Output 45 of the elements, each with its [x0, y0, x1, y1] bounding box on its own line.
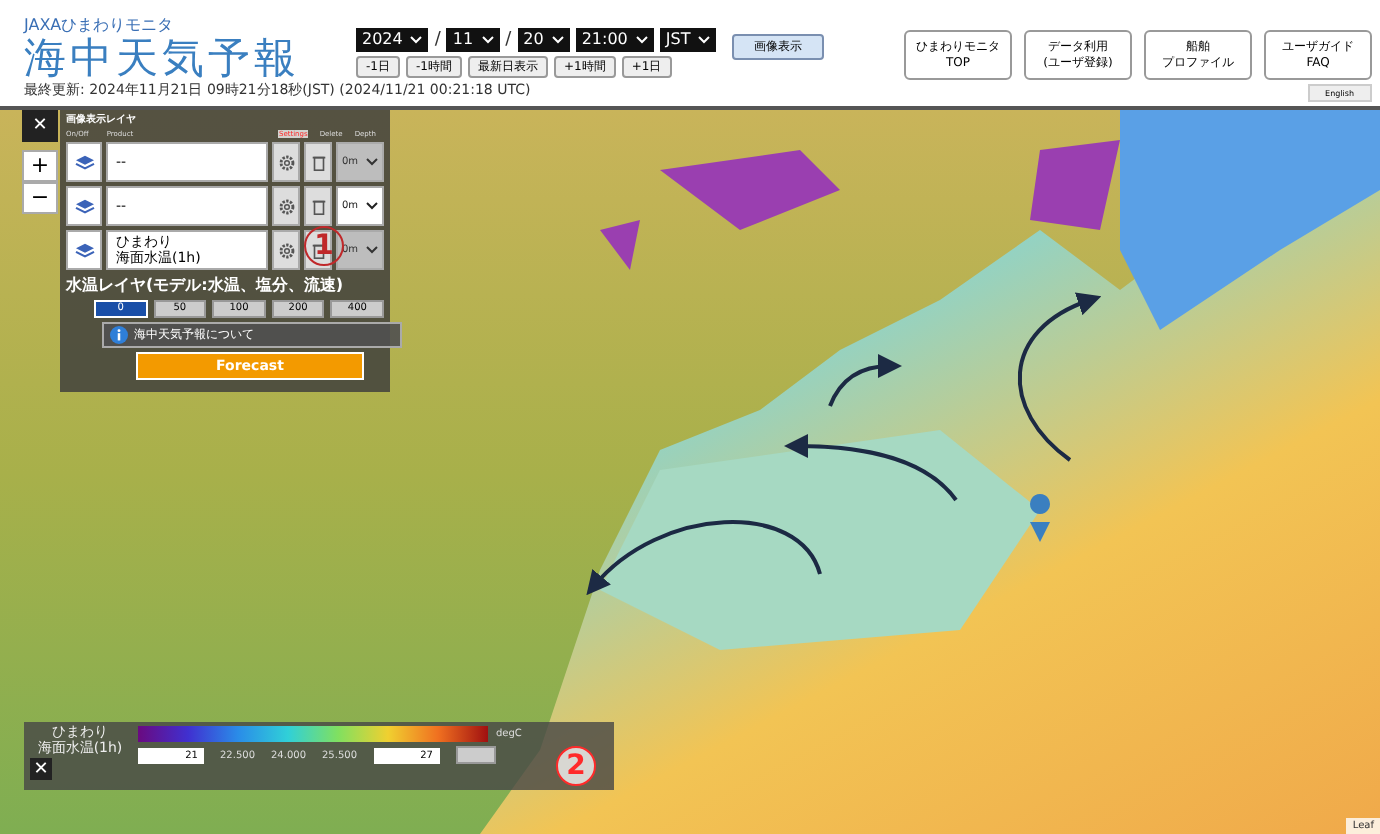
- layer-toggle-button[interactable]: [66, 186, 102, 226]
- layer-toggle-button[interactable]: [66, 142, 102, 182]
- colorbar-button[interactable]: [455, 746, 495, 764]
- current-arrow: [828, 354, 902, 407]
- chevron-down-icon: [410, 36, 423, 44]
- chevron-down-icon: [481, 36, 494, 44]
- close-button[interactable]: ✕: [22, 110, 58, 142]
- zoom-out-button[interactable]: −: [22, 182, 58, 214]
- chevron-down-icon: [551, 36, 564, 44]
- gear-icon: [277, 241, 295, 259]
- settings-button[interactable]: [272, 142, 300, 182]
- settings-button[interactable]: [272, 230, 300, 270]
- chevron-down-icon: [635, 36, 648, 44]
- depth-layer-label: 水温レイヤ(モデル:水温、塩分、流速): [66, 276, 346, 296]
- date-select[interactable]: 20: [517, 28, 570, 52]
- close-button[interactable]: ✕: [30, 758, 52, 780]
- logo-subtitle: JAXAひまわりモニタ: [24, 16, 176, 34]
- delete-button[interactable]: [304, 186, 332, 226]
- chevron-down-icon: [366, 158, 378, 166]
- annotation-number: 2: [556, 746, 596, 786]
- layers-icon: [73, 241, 95, 259]
- info-icon: [110, 326, 128, 344]
- date-separator: /: [434, 30, 441, 50]
- date-select[interactable]: 2024: [356, 28, 429, 52]
- date-select[interactable]: 11: [446, 28, 500, 52]
- chevron-down-icon: [698, 36, 711, 44]
- delete-button[interactable]: [304, 230, 332, 270]
- layers-icon: [73, 197, 95, 215]
- delete-button[interactable]: [304, 142, 332, 182]
- site-title: 海中天気予報: [24, 34, 302, 82]
- chevron-down-icon: [366, 246, 378, 254]
- chevron-down-icon: [366, 202, 378, 210]
- zoom-in-button[interactable]: +: [22, 150, 58, 182]
- settings-button[interactable]: [272, 186, 300, 226]
- gear-icon: [277, 197, 295, 215]
- layer-toggle-button[interactable]: [66, 230, 102, 270]
- date-select[interactable]: 21:00: [575, 28, 654, 52]
- gear-icon: [277, 153, 295, 171]
- location-pin-icon[interactable]: [1030, 494, 1050, 542]
- annotation-number: 1: [304, 226, 344, 266]
- trash-icon: [309, 153, 327, 171]
- date-separator: /: [505, 30, 512, 50]
- date-select[interactable]: JST: [659, 28, 717, 52]
- layers-icon: [73, 153, 95, 171]
- trash-icon: [309, 197, 327, 215]
